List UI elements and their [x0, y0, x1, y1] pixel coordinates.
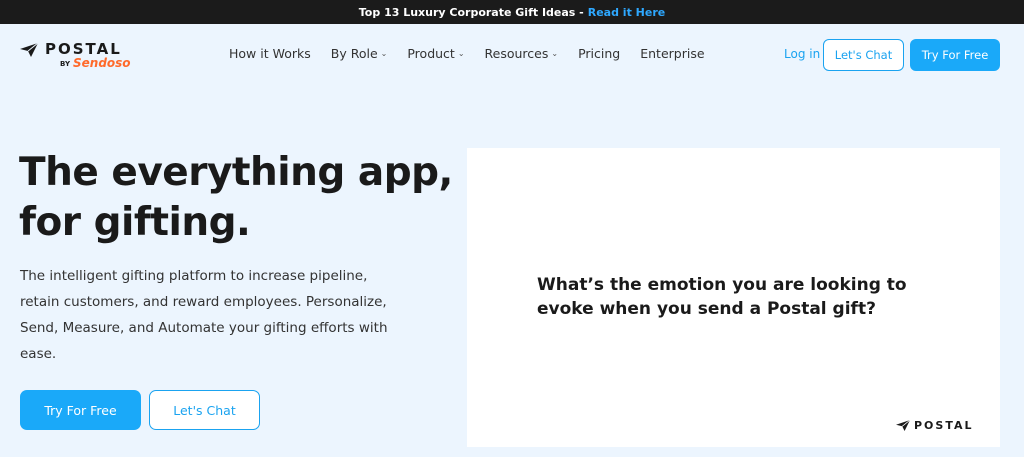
logo-sendoso: Sendoso: [73, 56, 131, 70]
header-nav: POSTAL BY Sendoso How it Works By Role ⌄…: [0, 24, 1024, 86]
nav-item-label: How it Works: [229, 46, 311, 61]
announcement-bar: Top 13 Luxury Corporate Gift Ideas - Rea…: [0, 0, 1024, 24]
hero-title-line-2: for gifting.: [19, 200, 251, 245]
nav-item-label: Product: [407, 46, 455, 61]
hero-title: The everything app, for gifting.: [19, 148, 459, 248]
hero-description: The intelligent gifting platform to incr…: [20, 268, 388, 362]
lets-chat-button[interactable]: Let's Chat: [823, 39, 904, 71]
try-for-free-button[interactable]: Try For Free: [910, 39, 1000, 71]
announcement-text: Top 13 Luxury Corporate Gift Ideas -: [358, 5, 584, 19]
main-menu: How it Works By Role ⌄ Product ⌄ Resourc…: [229, 46, 705, 61]
video-question: What’s the emotion you are looking to ev…: [537, 273, 937, 321]
login-link[interactable]: Log in: [784, 47, 820, 61]
nav-item-pricing[interactable]: Pricing: [578, 46, 620, 61]
logo-by: BY: [60, 60, 71, 68]
paper-plane-icon: [20, 43, 38, 57]
nav-item-by-role[interactable]: By Role ⌄: [331, 46, 388, 61]
chevron-down-icon: ⌄: [551, 49, 559, 58]
chevron-down-icon: ⌄: [457, 49, 465, 58]
hero-title-line-1: The everything app,: [19, 150, 453, 195]
nav-item-label: Enterprise: [640, 46, 705, 61]
chevron-down-icon: ⌄: [380, 49, 388, 58]
postal-logo[interactable]: POSTAL BY Sendoso: [20, 40, 140, 74]
video-brand-wordmark: POSTAL: [914, 419, 974, 432]
nav-item-label: By Role: [330, 46, 378, 61]
announcement-link[interactable]: Read it Here: [588, 6, 665, 19]
nav-item-enterprise[interactable]: Enterprise: [640, 46, 704, 61]
video-question-line-1: What’s the emotion you are looking to: [537, 275, 907, 295]
video-player[interactable]: What’s the emotion you are looking to ev…: [467, 148, 1000, 447]
nav-item-label: Resources: [484, 46, 549, 61]
nav-item-resources[interactable]: Resources ⌄: [485, 46, 559, 61]
video-brand: POSTAL: [896, 419, 974, 432]
hero-lets-chat-button[interactable]: Let's Chat: [149, 390, 260, 430]
paper-plane-icon: [896, 420, 910, 431]
nav-item-product[interactable]: Product ⌄: [407, 46, 464, 61]
nav-item-label: Pricing: [578, 46, 621, 61]
nav-item-how-it-works[interactable]: How it Works: [229, 46, 311, 61]
hero-try-for-free-button[interactable]: Try For Free: [20, 390, 141, 430]
video-question-line-2: evoke when you send a Postal gift?: [537, 299, 876, 319]
